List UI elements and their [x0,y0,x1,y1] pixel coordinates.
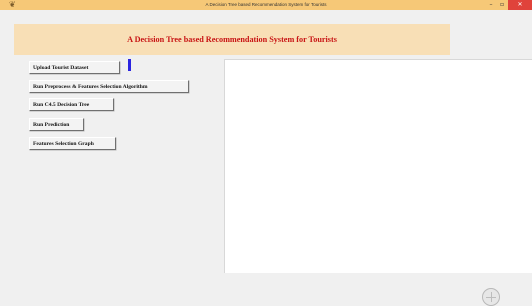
page-header: A Decision Tree based Recommendation Sys… [14,24,450,55]
window-title: A Decision Tree based Recommendation Sys… [205,2,327,7]
minimize-button[interactable]: – [486,0,496,10]
close-button[interactable]: ✕ [508,0,532,10]
run-preprocess-features-button[interactable]: Run Preprocess & Features Selection Algo… [29,80,189,93]
page-title: A Decision Tree based Recommendation Sys… [127,35,337,44]
run-c45-decision-tree-button[interactable]: Run C4.5 Decision Tree [29,98,114,111]
features-selection-graph-button[interactable]: Features Selection Graph [29,137,116,150]
maximize-button[interactable]: ▫ [497,0,507,10]
output-text-area[interactable] [224,59,532,273]
upload-tourist-dataset-button[interactable]: Upload Tourist Dataset [29,61,120,74]
status-indicator [128,59,131,71]
watermark-icon [482,288,500,306]
run-prediction-button[interactable]: Run Prediction [29,118,84,131]
